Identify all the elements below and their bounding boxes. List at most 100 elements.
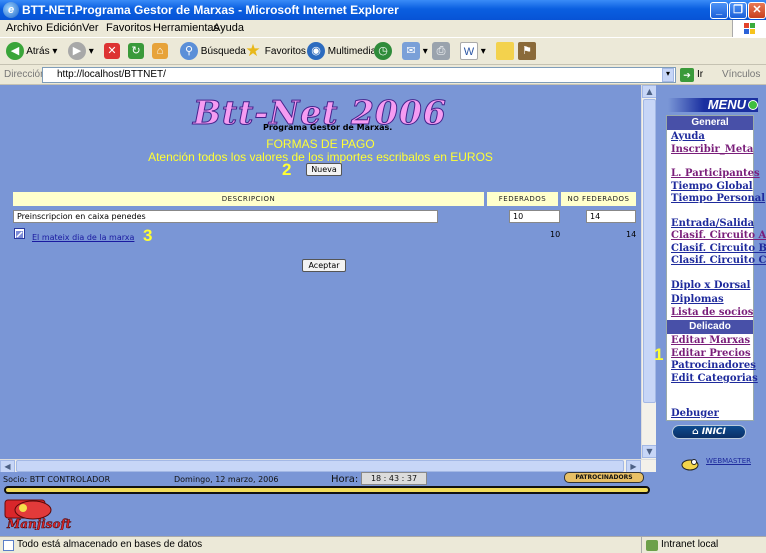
multimedia-button[interactable]: ◉ Multimedia: [307, 42, 376, 62]
row-federados-value: 10: [550, 230, 561, 239]
stop-button[interactable]: ✕: [104, 42, 120, 62]
go-button[interactable]: Ir: [697, 69, 703, 80]
window-title: BTT-NET.Programa Gestor de Marxas - Micr…: [22, 3, 399, 17]
search-button[interactable]: ⚲ Búsqueda: [180, 42, 246, 62]
menu-inscribir-meta[interactable]: Inscribir_Meta: [671, 144, 753, 155]
ie-logo-icon: e: [3, 2, 19, 18]
menu-favoritos[interactable]: Favoritos: [106, 22, 151, 34]
euros-notice: Atención todos los valores de los import…: [148, 150, 493, 164]
maximize-button[interactable]: ❐: [729, 2, 747, 19]
description-input[interactable]: Preinscripcion en caixa penedes: [13, 210, 438, 223]
status-bar: Todo está almacenado en bases de datos I…: [0, 536, 766, 553]
menu-editar-precios[interactable]: Editar Precios: [671, 348, 751, 359]
new-button[interactable]: Nueva: [306, 163, 342, 176]
intranet-icon: [646, 540, 658, 551]
menu-editar-marxas[interactable]: Editar Marxas: [671, 335, 750, 346]
header-federados: FEDERADOS: [487, 192, 558, 206]
menu-archivo[interactable]: Archivo: [6, 22, 43, 34]
stop-icon: ✕: [104, 43, 120, 60]
status-text: Todo está almacenado en bases de datos: [17, 539, 203, 550]
windows-flag-icon: [732, 20, 766, 37]
section-delicado: Delicado: [667, 320, 753, 334]
webmaster-link[interactable]: WEBMASTER: [706, 457, 751, 465]
menu-clasif-b[interactable]: Clasif. Circuito B: [671, 243, 766, 254]
refresh-icon: ↻: [128, 43, 144, 60]
menu-debuger[interactable]: Debuger: [671, 408, 719, 419]
home-icon: ⌂: [692, 427, 702, 437]
address-dropdown-icon[interactable]: ▾: [662, 68, 674, 82]
menu-l-participantes[interactable]: L. Participantes: [671, 168, 760, 179]
content-frame: Btt-Net 2006 Programa Gestor de Marxas. …: [0, 85, 656, 472]
vertical-scrollbar[interactable]: ▲ ▼: [641, 85, 657, 459]
menu-lista-socios[interactable]: Lista de socios: [671, 307, 753, 318]
search-icon: ⚲: [180, 42, 198, 61]
webmaster-icon: [680, 457, 700, 471]
menu-entrada-salida[interactable]: Entrada/Salida: [671, 218, 754, 229]
messenger-icon: ⚑: [518, 42, 536, 61]
edit-row-icon[interactable]: [14, 228, 25, 239]
current-date: Domingo, 12 marzo, 2006: [174, 475, 279, 484]
menu-edit-categorias[interactable]: Edit Categorias: [671, 373, 758, 384]
scroll-up-icon[interactable]: ▲: [642, 85, 657, 98]
browser-toolbar: ◀ Atrás ▾ ▶ ▾ ✕ ↻ ⌂ ⚲ Búsqueda ★ Favorit…: [0, 37, 766, 65]
menu-patrocinadores[interactable]: Patrocinadores: [671, 360, 756, 371]
star-icon: ★: [245, 41, 261, 61]
favorites-button[interactable]: ★ Favoritos: [244, 42, 306, 62]
section-general: General: [667, 116, 753, 130]
marker-3: 3: [143, 226, 153, 245]
menu-diplo-dorsal[interactable]: Diplo x Dorsal: [671, 280, 750, 291]
mail-button[interactable]: ✉ ▾: [402, 42, 428, 62]
patrocinadores-button[interactable]: PATROCINADORS: [564, 472, 644, 483]
globe-icon: ◉: [307, 42, 325, 61]
close-button[interactable]: ✕: [748, 2, 766, 19]
address-bar: Dirección http://localhost/BTTNET/ ▾ ➔ I…: [0, 65, 766, 85]
right-menu: MENU General Ayuda Inscribir_Meta L. Par…: [656, 85, 766, 472]
messenger-button[interactable]: ⚑: [518, 42, 536, 62]
print-button[interactable]: ⎙: [432, 42, 450, 62]
no-federados-input[interactable]: 14: [586, 210, 636, 223]
row-no-federados-value: 14: [626, 230, 637, 239]
discuss-button[interactable]: [496, 42, 514, 62]
go-arrow-icon[interactable]: ➔: [680, 68, 694, 82]
marker-2: 2: [282, 160, 292, 179]
menu-bar: Archivo Edición Ver Favoritos Herramient…: [0, 20, 766, 37]
menu-herramientas[interactable]: Herramientas: [153, 22, 219, 34]
window-titlebar: e BTT-NET.Programa Gestor de Marxas - Mi…: [0, 0, 766, 20]
refresh-button[interactable]: ↻: [128, 42, 144, 62]
menu-diplomas[interactable]: Diplomas: [671, 294, 724, 305]
menu-ver[interactable]: Ver: [82, 22, 99, 34]
back-button[interactable]: ◀ Atrás ▾: [6, 42, 57, 62]
scroll-down-icon[interactable]: ▼: [642, 445, 657, 458]
horizontal-scrollbar[interactable]: ◀ ▶: [0, 459, 656, 473]
horizontal-scroll-thumb[interactable]: [16, 460, 624, 472]
manjisoft-text: Manjisoft: [6, 517, 72, 530]
edit-button[interactable]: W ▾: [460, 42, 486, 62]
menu-tiempo-personal[interactable]: Tiempo Personal: [671, 193, 765, 204]
menu-clasif-a[interactable]: Clasif. Circuito A: [671, 230, 766, 241]
federados-input[interactable]: 10: [509, 210, 560, 223]
menu-ayuda[interactable]: Ayuda: [213, 22, 244, 34]
row-description-link[interactable]: El mateix dia de la marxa: [32, 233, 134, 242]
forward-button[interactable]: ▶ ▾: [68, 42, 94, 62]
menu-tiempo-global[interactable]: Tiempo Global: [671, 181, 753, 192]
menu-clasif-c[interactable]: Clasif. Circuito C: [671, 255, 766, 266]
accept-button[interactable]: Aceptar: [302, 259, 346, 272]
menu-ayuda-link[interactable]: Ayuda: [671, 131, 705, 142]
home-icon: ⌂: [152, 43, 168, 60]
marker-1: 1: [654, 345, 664, 364]
menu-edicion[interactable]: Edición: [46, 22, 82, 34]
links-button[interactable]: Vínculos: [722, 69, 760, 80]
address-input[interactable]: http://localhost/BTTNET/: [42, 67, 676, 83]
page-icon: [3, 540, 14, 551]
address-label: Dirección: [4, 69, 46, 80]
hora-label: Hora:: [331, 474, 359, 485]
history-button[interactable]: ◷: [374, 42, 392, 62]
zone-text: Intranet local: [661, 539, 719, 550]
footer-frame: Manjisoft: [0, 494, 766, 536]
minimize-button[interactable]: _: [710, 2, 728, 19]
header-no-federados: NO FEDERADOS: [561, 192, 636, 206]
home-button[interactable]: ⌂: [152, 42, 168, 62]
back-arrow-icon: ◀: [6, 42, 24, 61]
menu-status-icon: [748, 100, 758, 110]
inici-button[interactable]: ⌂ INICI: [672, 425, 746, 439]
